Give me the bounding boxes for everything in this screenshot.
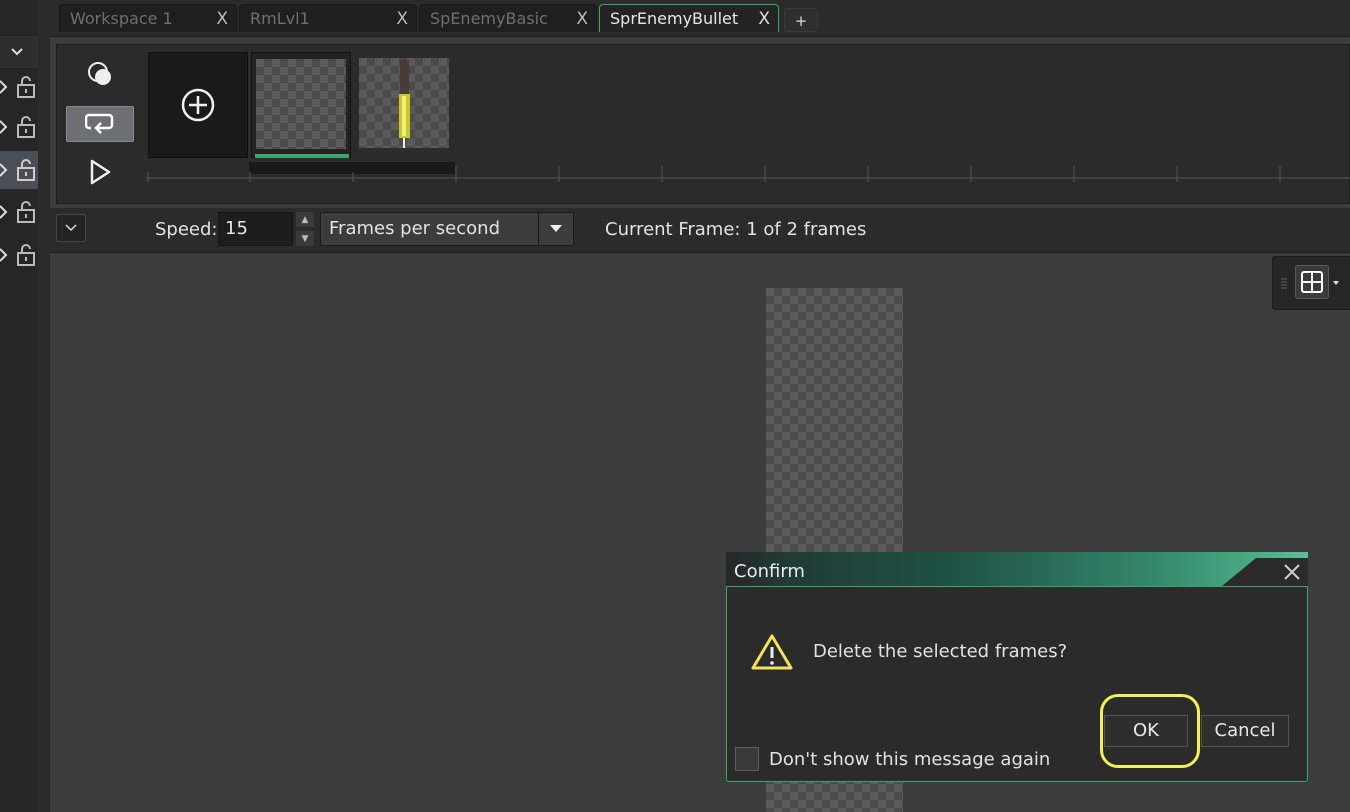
frame-2-image	[359, 58, 449, 148]
selected-frame-indicator	[255, 154, 349, 158]
bullet-sprite-icon	[399, 60, 410, 148]
visibility-icon[interactable]	[0, 248, 8, 262]
dropdown-arrow-icon[interactable]	[538, 213, 573, 245]
onion-skin-button[interactable]	[66, 56, 134, 92]
tab-rmlvl1[interactable]: RmLvl1 X	[239, 4, 417, 32]
collapse-frames-button[interactable]	[56, 214, 86, 242]
tab-workspace[interactable]: Workspace 1 X	[59, 4, 237, 32]
close-icon[interactable]: X	[216, 5, 228, 33]
visibility-icon[interactable]	[0, 80, 8, 94]
play-icon	[90, 159, 111, 185]
unlock-icon[interactable]	[14, 115, 38, 139]
frame-timeline[interactable]	[146, 166, 1350, 182]
layer-row[interactable]	[0, 108, 38, 146]
layer-strip	[0, 0, 39, 812]
close-icon[interactable]: X	[396, 5, 408, 33]
dont-show-label: Don't show this message again	[769, 749, 1051, 770]
unlock-icon[interactable]	[14, 75, 38, 99]
loop-button[interactable]	[66, 106, 134, 142]
current-frame-text: Current Frame: 1 of 2 frames	[605, 219, 867, 240]
loop-icon	[85, 113, 114, 134]
confirm-dialog: Confirm Delete the selected frames? OK C…	[726, 552, 1310, 784]
speed-input[interactable]: 15	[218, 212, 293, 246]
speed-label: Speed:	[155, 219, 218, 240]
layer-row[interactable]	[0, 68, 38, 106]
close-icon[interactable]: X	[758, 5, 770, 33]
frame-thumbnail-1[interactable]	[251, 52, 351, 158]
grid-icon	[1301, 271, 1323, 293]
add-tab-button[interactable]: +	[784, 8, 818, 32]
close-icon[interactable]: X	[576, 5, 588, 33]
add-frame-icon	[181, 88, 215, 122]
unlock-icon[interactable]	[14, 200, 38, 224]
dialog-message: Delete the selected frames?	[813, 641, 1068, 662]
layer-row-selected[interactable]	[0, 151, 38, 189]
dialog-title-bar[interactable]: Confirm	[726, 552, 1308, 586]
close-icon	[1284, 564, 1300, 580]
chevron-down-icon	[11, 48, 23, 56]
layer-strip-expand[interactable]	[0, 36, 38, 68]
tab-label: SpEnemyBasic	[430, 9, 548, 28]
layer-row[interactable]	[0, 236, 38, 274]
dont-show-checkbox[interactable]	[735, 747, 759, 771]
panel-divider[interactable]	[38, 0, 50, 812]
dialog-close-button[interactable]	[1282, 562, 1302, 582]
add-frame-button[interactable]	[148, 52, 248, 158]
dropdown-arrow-icon[interactable]	[1333, 281, 1339, 285]
visibility-icon[interactable]	[0, 163, 8, 177]
drag-handle-icon[interactable]	[1281, 277, 1287, 291]
view-toolbar	[1272, 256, 1350, 310]
speed-mode-select[interactable]: Frames per second	[320, 212, 574, 246]
ok-button[interactable]: OK	[1104, 715, 1188, 747]
cancel-button[interactable]: Cancel	[1201, 715, 1289, 747]
unlock-icon[interactable]	[14, 243, 38, 267]
tab-label: Workspace 1	[70, 9, 173, 28]
warning-icon	[751, 634, 793, 670]
tab-sprenemybullet[interactable]: SprEnemyBullet X	[599, 4, 779, 32]
layer-row[interactable]	[0, 193, 38, 231]
tab-spenemybasic[interactable]: SpEnemyBasic X	[419, 4, 597, 32]
tab-label: RmLvl1	[250, 9, 310, 28]
visibility-icon[interactable]	[0, 120, 8, 134]
increment-icon[interactable]: ▲	[296, 212, 314, 227]
onion-skin-icon	[88, 62, 111, 85]
play-button[interactable]	[66, 154, 134, 190]
chevron-down-icon	[65, 224, 77, 232]
unlock-icon[interactable]	[14, 158, 38, 182]
grid-toggle-button[interactable]	[1295, 265, 1329, 299]
speed-stepper[interactable]: ▲ ▼	[296, 212, 314, 246]
decrement-icon[interactable]: ▼	[296, 231, 314, 246]
frame-thumbnail-2[interactable]	[354, 52, 454, 158]
visibility-icon[interactable]	[0, 205, 8, 219]
speed-mode-value: Frames per second	[329, 218, 500, 239]
tab-label: SprEnemyBullet	[610, 9, 739, 28]
dialog-body: Delete the selected frames? OK Cancel Do…	[726, 586, 1308, 782]
frame-1-image	[256, 59, 346, 149]
